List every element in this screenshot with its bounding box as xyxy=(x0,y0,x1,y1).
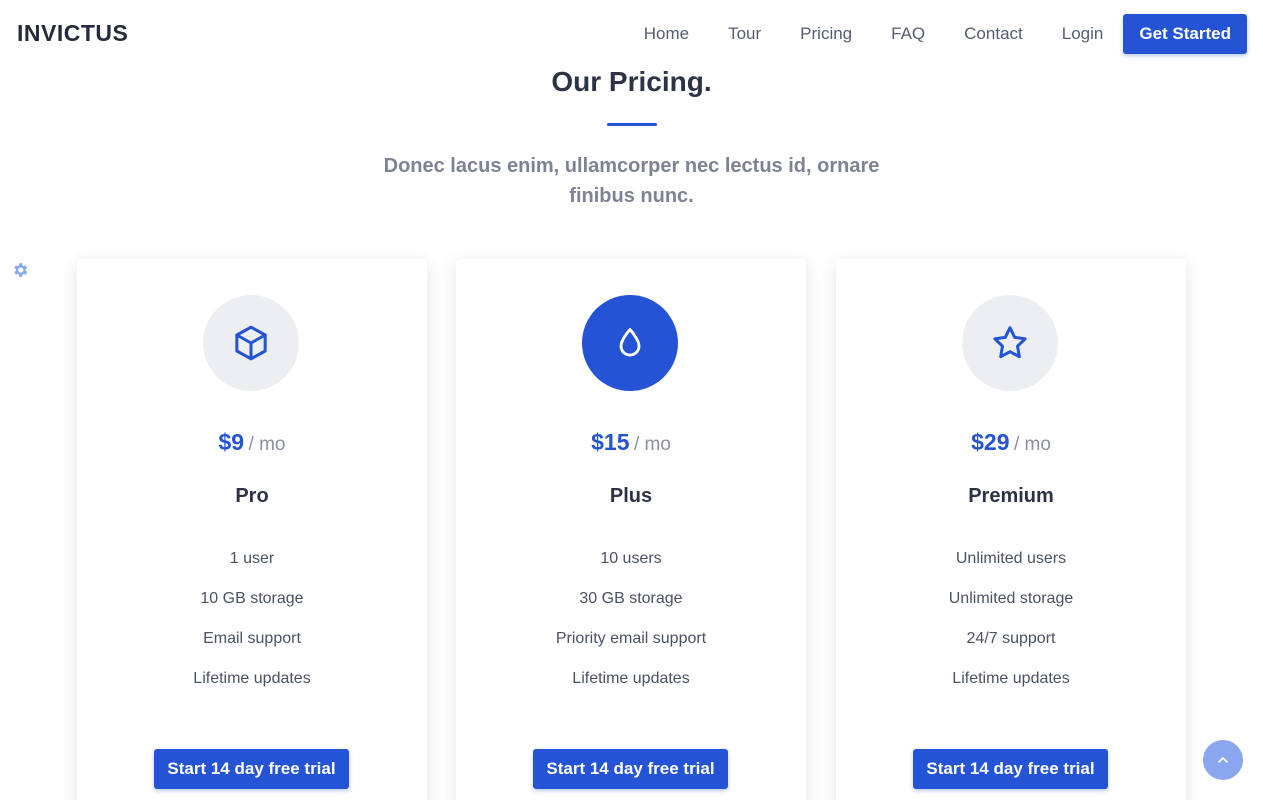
feature-item: 24/7 support xyxy=(966,630,1056,647)
nav-tour-link[interactable]: Tour xyxy=(728,14,761,54)
nav-contact-link[interactable]: Contact xyxy=(964,14,1023,54)
price-period: / mo xyxy=(248,434,286,455)
star-icon xyxy=(962,295,1058,391)
price-amount: $29 xyxy=(971,429,1010,455)
main-nav: Home Tour Pricing FAQ Contact Login Get … xyxy=(644,14,1247,54)
chevron-up-icon xyxy=(1218,757,1228,763)
feature-item: Priority email support xyxy=(555,630,707,647)
nav-login-link[interactable]: Login xyxy=(1062,14,1104,54)
pricing-card-pro: $9 / mo Pro 1 user 10 GB storage Email s… xyxy=(77,259,427,800)
pricing-card-plus: $15 / mo Plus 10 users 30 GB storage Pri… xyxy=(456,259,806,800)
feature-item: Lifetime updates xyxy=(193,670,311,687)
price-amount: $15 xyxy=(591,429,630,455)
feature-item: Unlimited users xyxy=(955,550,1067,567)
scroll-to-top-button[interactable] xyxy=(1203,740,1243,780)
feature-item: 1 user xyxy=(229,550,275,567)
feature-item: Lifetime updates xyxy=(952,670,1070,687)
feature-list: Unlimited users Unlimited storage 24/7 s… xyxy=(836,547,1186,707)
feature-item: 10 GB storage xyxy=(200,590,304,607)
brand-logo[interactable]: INVICTUS xyxy=(17,20,128,47)
feature-list: 10 users 30 GB storage Priority email su… xyxy=(456,547,806,707)
start-trial-button[interactable]: Start 14 day free trial xyxy=(154,749,349,789)
price: $29 / mo xyxy=(836,429,1186,456)
price-period: / mo xyxy=(1013,434,1051,455)
plan-name: Plus xyxy=(609,485,653,507)
feature-item: Lifetime updates xyxy=(572,670,690,687)
title-underline xyxy=(607,123,657,126)
get-started-button[interactable]: Get Started xyxy=(1123,14,1247,54)
section-title: Our Pricing. xyxy=(551,66,712,97)
feature-item: 10 users xyxy=(600,550,662,567)
price: $15 / mo xyxy=(456,429,806,456)
plan-name: Pro xyxy=(235,485,269,507)
cube-icon xyxy=(203,295,299,391)
start-trial-button[interactable]: Start 14 day free trial xyxy=(533,749,728,789)
price: $9 / mo xyxy=(77,429,427,456)
section-subtitle: Donec lacus enim, ullamcorper nec lectus… xyxy=(383,155,880,207)
pricing-card-premium: $29 / mo Premium Unlimited users Unlimit… xyxy=(836,259,1186,800)
droplet-icon xyxy=(582,295,678,391)
price-amount: $9 xyxy=(218,429,245,455)
plan-name: Premium xyxy=(968,485,1054,507)
price-period: / mo xyxy=(633,434,671,455)
feature-item: 30 GB storage xyxy=(579,590,683,607)
feature-item: Unlimited storage xyxy=(948,590,1074,607)
feature-list: 1 user 10 GB storage Email support Lifet… xyxy=(77,547,427,707)
gear-icon[interactable] xyxy=(11,261,29,279)
nav-home-link[interactable]: Home xyxy=(644,14,689,54)
start-trial-button[interactable]: Start 14 day free trial xyxy=(913,749,1108,789)
feature-item: Email support xyxy=(203,630,301,647)
navbar: INVICTUS Home Tour Pricing FAQ Contact L… xyxy=(0,0,1263,68)
nav-pricing-link[interactable]: Pricing xyxy=(800,14,852,54)
nav-faq-link[interactable]: FAQ xyxy=(891,14,925,54)
